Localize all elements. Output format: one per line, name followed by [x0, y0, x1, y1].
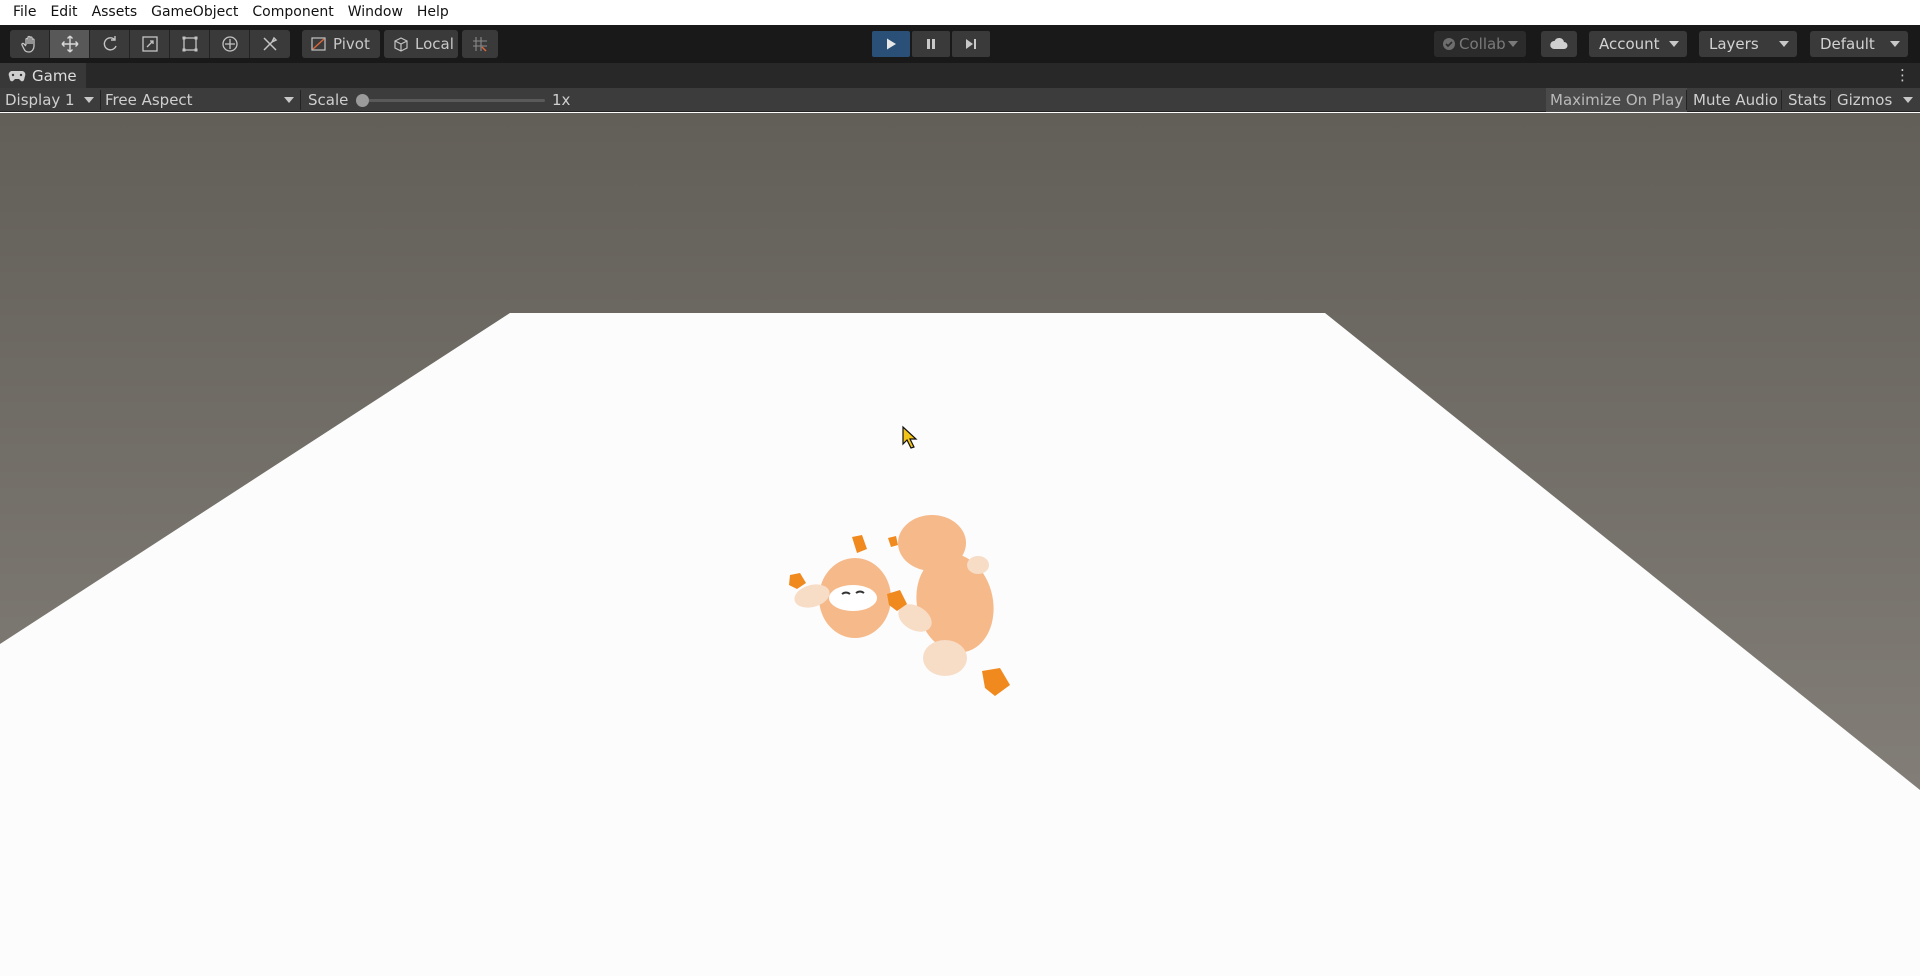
stats-toggle[interactable]: Stats [1784, 88, 1830, 112]
aspect-label: Free Aspect [105, 91, 193, 109]
play-icon [887, 38, 896, 50]
chevron-down-icon [1779, 41, 1789, 47]
scale-icon [141, 36, 158, 52]
menu-gameobject[interactable]: GameObject [144, 0, 245, 25]
game-scene [0, 113, 1920, 976]
chevron-down-icon [284, 97, 294, 103]
snap-toggle[interactable] [462, 30, 498, 58]
pivot-label: Pivot [333, 35, 370, 53]
tab-game-label: Game [32, 66, 77, 85]
game-view-toolbar: Display 1 Free Aspect Scale 1x Maximize … [0, 88, 1920, 112]
cloud-icon [1550, 37, 1568, 49]
local-label: Local [415, 35, 454, 53]
aspect-dropdown[interactable]: Free Aspect [100, 88, 298, 112]
game-viewport[interactable] [0, 113, 1920, 976]
scale-value: 1x [552, 91, 571, 109]
custom-tool-button[interactable] [250, 30, 290, 58]
rect-icon [182, 36, 197, 52]
account-label: Account [1599, 35, 1660, 53]
move-icon [61, 35, 78, 53]
playback-controls [872, 31, 990, 57]
menu-window[interactable]: Window [341, 0, 410, 25]
menu-component[interactable]: Component [245, 0, 340, 25]
chevron-down-icon [1508, 41, 1518, 47]
chevron-down-icon [1669, 41, 1679, 47]
rotate-icon [103, 36, 117, 51]
rotate-tool-button[interactable] [90, 30, 130, 58]
grid-snap-icon [471, 35, 489, 53]
transform-tools [10, 30, 290, 58]
gizmos-dropdown[interactable] [1893, 88, 1917, 112]
layout-label: Default [1820, 35, 1875, 53]
chevron-down-icon [1903, 97, 1913, 103]
scale-slider-track[interactable] [361, 99, 545, 102]
pause-icon [927, 39, 935, 49]
transform-icon [221, 36, 238, 52]
collab-dropdown[interactable]: Collab [1434, 31, 1526, 57]
maximize-on-play-toggle[interactable]: Maximize On Play [1546, 88, 1688, 112]
scale-slider-thumb[interactable] [356, 94, 369, 107]
window-tab-bar: Game ⋮ [0, 63, 1920, 88]
menu-file[interactable]: File [6, 0, 43, 25]
divider [1781, 90, 1782, 110]
hand-tool-button[interactable] [10, 30, 50, 58]
gizmos-toggle[interactable]: Gizmos [1833, 88, 1896, 112]
collab-check-icon [1443, 38, 1455, 50]
main-toolbar: Pivot Local Collab Account Layers Defaul… [0, 25, 1920, 63]
layers-dropdown[interactable]: Layers [1699, 31, 1797, 57]
scale-label: Scale [308, 91, 349, 109]
layers-label: Layers [1709, 35, 1759, 53]
display-dropdown[interactable]: Display 1 [0, 88, 98, 112]
menu-bar: File Edit Assets GameObject Component Wi… [0, 0, 1920, 25]
display-label: Display 1 [5, 91, 75, 109]
pivot-icon [310, 35, 328, 53]
scale-tool-button[interactable] [130, 30, 170, 58]
menu-help[interactable]: Help [410, 0, 456, 25]
hand-icon [20, 35, 35, 53]
step-icon [966, 39, 976, 49]
gamepad-icon [8, 70, 26, 81]
divider [1686, 90, 1687, 110]
chevron-down-icon [1890, 41, 1900, 47]
local-toggle[interactable]: Local [384, 30, 458, 58]
layout-dropdown[interactable]: Default [1810, 31, 1908, 57]
pause-button[interactable] [912, 31, 950, 57]
menu-edit[interactable]: Edit [43, 0, 84, 25]
mute-audio-toggle[interactable]: Mute Audio [1689, 88, 1782, 112]
pivot-toggle[interactable]: Pivot [302, 30, 380, 58]
move-tool-button[interactable] [50, 30, 90, 58]
account-dropdown[interactable]: Account [1589, 31, 1687, 57]
tools-icon [263, 36, 278, 51]
divider [300, 90, 301, 110]
collab-label: Collab [1459, 35, 1506, 53]
step-button[interactable] [952, 31, 990, 57]
play-button[interactable] [872, 31, 910, 57]
chevron-down-icon [84, 97, 94, 103]
menu-assets[interactable]: Assets [85, 0, 145, 25]
local-icon [392, 35, 410, 53]
rect-tool-button[interactable] [170, 30, 210, 58]
transform-tool-button[interactable] [210, 30, 250, 58]
more-options-icon[interactable]: ⋮ [1895, 67, 1910, 83]
divider [1830, 90, 1831, 110]
cloud-button[interactable] [1541, 31, 1577, 57]
tab-game[interactable]: Game [0, 63, 86, 88]
